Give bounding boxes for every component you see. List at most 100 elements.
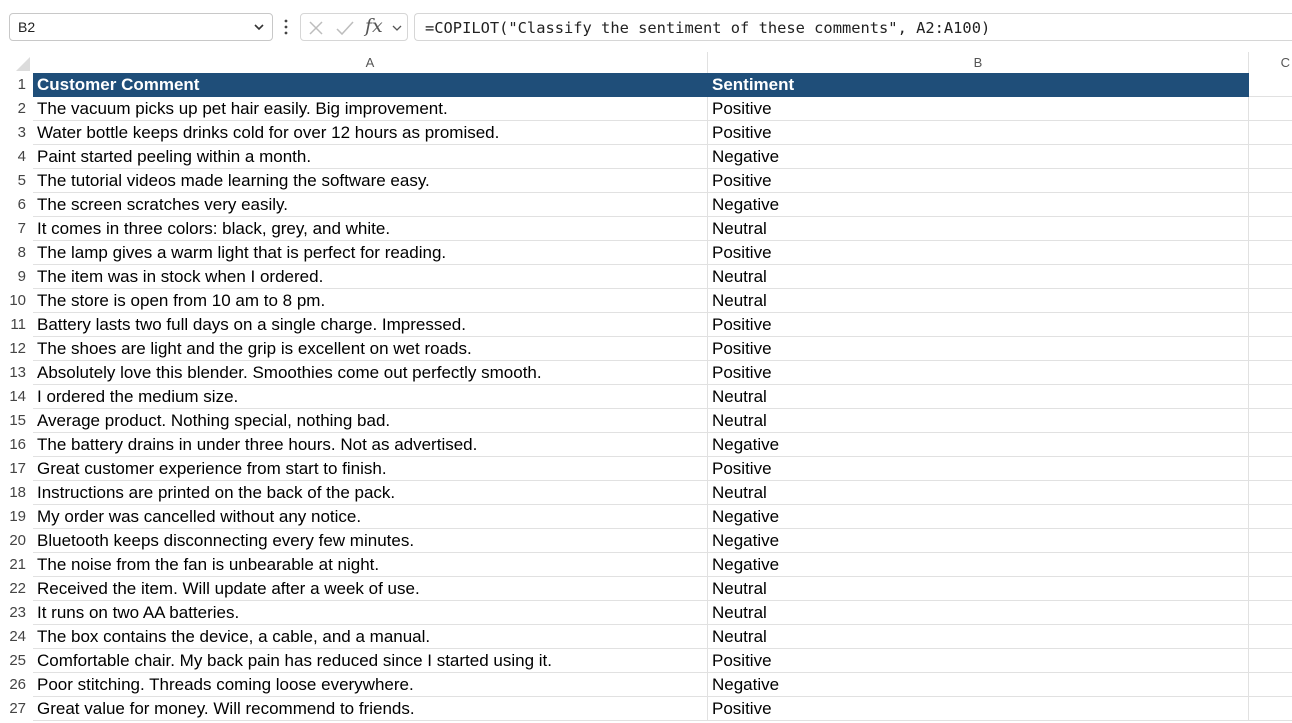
insert-function-icon[interactable]: fx	[365, 15, 383, 37]
row-number[interactable]: 9	[0, 265, 32, 289]
empty-cell[interactable]	[1249, 577, 1292, 601]
row-number[interactable]: 16	[0, 433, 32, 457]
sentiment-cell[interactable]: Positive	[708, 457, 1249, 481]
sentiment-cell[interactable]: Positive	[708, 337, 1249, 361]
row-number[interactable]: 15	[0, 409, 32, 433]
sentiment-cell[interactable]: Positive	[708, 361, 1249, 385]
row-number[interactable]: 5	[0, 169, 32, 193]
comment-cell[interactable]: Poor stitching. Threads coming loose eve…	[33, 673, 708, 697]
comment-cell[interactable]: Great customer experience from start to …	[33, 457, 708, 481]
sentiment-cell[interactable]: Neutral	[708, 625, 1249, 649]
row-number[interactable]: 11	[0, 313, 32, 337]
empty-cell[interactable]	[1249, 169, 1292, 193]
row-number[interactable]: 13	[0, 361, 32, 385]
column-header-c[interactable]: C	[1249, 52, 1292, 73]
sentiment-cell[interactable]: Positive	[708, 241, 1249, 265]
sentiment-cell[interactable]: Positive	[708, 169, 1249, 193]
comment-cell[interactable]: Comfortable chair. My back pain has redu…	[33, 649, 708, 673]
column-header-a[interactable]: A	[33, 52, 708, 73]
formula-input[interactable]: =COPILOT("Classify the sentiment of thes…	[414, 13, 1292, 41]
sentiment-cell[interactable]: Neutral	[708, 217, 1249, 241]
sentiment-cell[interactable]: Neutral	[708, 265, 1249, 289]
checkmark-icon[interactable]	[335, 19, 355, 37]
sentiment-cell[interactable]: Negative	[708, 433, 1249, 457]
empty-cell[interactable]	[1249, 217, 1292, 241]
row-number[interactable]: 22	[0, 577, 32, 601]
comment-cell[interactable]: Paint started peeling within a month.	[33, 145, 708, 169]
empty-cell[interactable]	[1249, 481, 1292, 505]
row-number[interactable]: 14	[0, 385, 32, 409]
sentiment-cell[interactable]: Negative	[708, 529, 1249, 553]
comment-cell[interactable]: The box contains the device, a cable, an…	[33, 625, 708, 649]
comment-cell[interactable]: The tutorial videos made learning the so…	[33, 169, 708, 193]
row-number[interactable]: 1	[0, 73, 32, 97]
select-all-icon[interactable]	[16, 57, 30, 71]
header-cell-sentiment[interactable]: Sentiment	[708, 73, 1249, 97]
row-number[interactable]: 2	[0, 97, 32, 121]
sentiment-cell[interactable]: Positive	[708, 313, 1249, 337]
row-number[interactable]: 20	[0, 529, 32, 553]
sentiment-cell[interactable]: Positive	[708, 649, 1249, 673]
empty-cell[interactable]	[1249, 649, 1292, 673]
row-number[interactable]: 19	[0, 505, 32, 529]
chevron-down-icon[interactable]	[391, 22, 403, 34]
sentiment-cell[interactable]: Positive	[708, 697, 1249, 721]
row-number[interactable]: 3	[0, 121, 32, 145]
comment-cell[interactable]: Received the item. Will update after a w…	[33, 577, 708, 601]
empty-cell[interactable]	[1249, 361, 1292, 385]
empty-cell[interactable]	[1249, 337, 1292, 361]
sentiment-cell[interactable]: Negative	[708, 145, 1249, 169]
empty-cell[interactable]	[1249, 121, 1292, 145]
row-number[interactable]: 6	[0, 193, 32, 217]
row-number[interactable]: 12	[0, 337, 32, 361]
row-number[interactable]: 27	[0, 697, 32, 721]
empty-cell[interactable]	[1249, 385, 1292, 409]
row-number[interactable]: 21	[0, 553, 32, 577]
comment-cell[interactable]: My order was cancelled without any notic…	[33, 505, 708, 529]
empty-cell[interactable]	[1249, 241, 1292, 265]
row-number[interactable]: 7	[0, 217, 32, 241]
header-cell-customer-comment[interactable]: Customer Comment	[33, 73, 708, 97]
sentiment-cell[interactable]: Positive	[708, 121, 1249, 145]
sentiment-cell[interactable]: Neutral	[708, 385, 1249, 409]
empty-cell[interactable]	[1249, 457, 1292, 481]
empty-cell[interactable]	[1249, 553, 1292, 577]
empty-cell[interactable]	[1249, 73, 1292, 97]
row-number[interactable]: 8	[0, 241, 32, 265]
comment-cell[interactable]: The noise from the fan is unbearable at …	[33, 553, 708, 577]
row-number[interactable]: 4	[0, 145, 32, 169]
comment-cell[interactable]: The shoes are light and the grip is exce…	[33, 337, 708, 361]
more-options-icon[interactable]	[282, 17, 290, 37]
empty-cell[interactable]	[1249, 697, 1292, 721]
empty-cell[interactable]	[1249, 673, 1292, 697]
sentiment-cell[interactable]: Negative	[708, 505, 1249, 529]
sentiment-cell[interactable]: Negative	[708, 193, 1249, 217]
row-number[interactable]: 24	[0, 625, 32, 649]
sentiment-cell[interactable]: Negative	[708, 553, 1249, 577]
row-number[interactable]: 10	[0, 289, 32, 313]
empty-cell[interactable]	[1249, 505, 1292, 529]
sentiment-cell[interactable]: Negative	[708, 673, 1249, 697]
comment-cell[interactable]: It comes in three colors: black, grey, a…	[33, 217, 708, 241]
comment-cell[interactable]: The vacuum picks up pet hair easily. Big…	[33, 97, 708, 121]
select-all-corner[interactable]	[0, 52, 33, 73]
comment-cell[interactable]: It runs on two AA batteries.	[33, 601, 708, 625]
comment-cell[interactable]: Average product. Nothing special, nothin…	[33, 409, 708, 433]
sentiment-cell[interactable]: Neutral	[708, 409, 1249, 433]
empty-cell[interactable]	[1249, 409, 1292, 433]
sentiment-cell[interactable]: Neutral	[708, 577, 1249, 601]
empty-cell[interactable]	[1249, 625, 1292, 649]
cancel-icon[interactable]	[307, 19, 325, 37]
sentiment-cell[interactable]: Neutral	[708, 289, 1249, 313]
empty-cell[interactable]	[1249, 193, 1292, 217]
row-number[interactable]: 23	[0, 601, 32, 625]
empty-cell[interactable]	[1249, 145, 1292, 169]
comment-cell[interactable]: Battery lasts two full days on a single …	[33, 313, 708, 337]
sentiment-cell[interactable]: Neutral	[708, 481, 1249, 505]
comment-cell[interactable]: Instructions are printed on the back of …	[33, 481, 708, 505]
empty-cell[interactable]	[1249, 529, 1292, 553]
empty-cell[interactable]	[1249, 433, 1292, 457]
empty-cell[interactable]	[1249, 97, 1292, 121]
sentiment-cell[interactable]: Neutral	[708, 601, 1249, 625]
empty-cell[interactable]	[1249, 601, 1292, 625]
